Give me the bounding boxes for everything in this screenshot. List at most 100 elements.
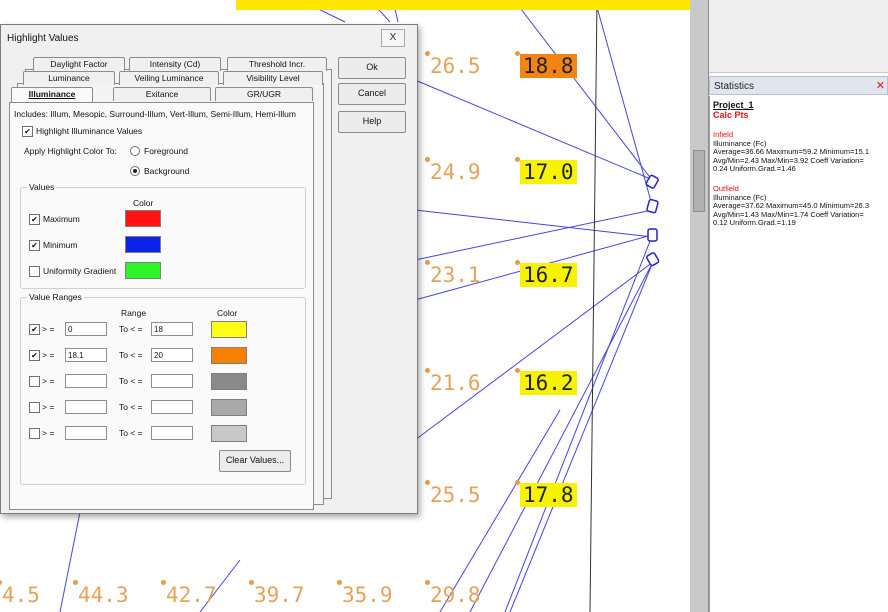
range-from-label: > =: [42, 324, 55, 334]
toolbar-area: [709, 0, 888, 73]
range-from-input[interactable]: [65, 400, 107, 414]
range-to-label: To < =: [119, 324, 143, 334]
range-to-input[interactable]: [151, 374, 193, 388]
calc-value-highlighted[interactable]: 16.2: [515, 368, 577, 395]
range-from-label: > =: [42, 350, 55, 360]
tab-veiling-luminance[interactable]: Veiling Luminance: [119, 71, 219, 85]
values-group-title: Values: [27, 182, 57, 192]
close-icon[interactable]: ✕: [876, 77, 885, 96]
calc-value[interactable]: 35.9: [337, 580, 393, 607]
selection-bar: [236, 0, 692, 10]
background-radio-label: Background: [144, 166, 190, 176]
range-enable-checkbox[interactable]: ✔: [29, 324, 40, 335]
range-to-label: To < =: [119, 350, 143, 360]
range-color-swatch[interactable]: [211, 425, 247, 442]
dialog-title: Highlight Values: [7, 33, 79, 44]
range-to-input[interactable]: [151, 426, 193, 440]
range-color-swatch[interactable]: [211, 373, 247, 390]
ok-button[interactable]: Ok: [338, 57, 406, 79]
range-header: Range: [121, 308, 147, 318]
illuminance-tab-page: Includes: Illum, Mesopic, Surround-Illum…: [9, 102, 314, 510]
range-to-label: To < =: [119, 402, 143, 412]
highlighted-value: 16.7: [520, 263, 577, 287]
uniformity-gradient-color-swatch[interactable]: [125, 262, 161, 279]
range-to-label: To < =: [119, 428, 143, 438]
calc-value[interactable]: 24.9: [425, 157, 481, 184]
minimum-checkbox[interactable]: ✔: [29, 240, 40, 251]
range-from-label: > =: [42, 428, 55, 438]
calc-value[interactable]: 21.6: [425, 368, 481, 395]
highlight-illuminance-checkbox[interactable]: ✔: [22, 126, 33, 137]
calc-value[interactable]: 4.5: [0, 580, 40, 607]
range-to-input[interactable]: 20: [151, 348, 193, 362]
range-color-swatch[interactable]: [211, 347, 247, 364]
tab-luminance[interactable]: Luminance: [23, 71, 115, 85]
scrollbar-thumb[interactable]: [693, 150, 705, 212]
tab-gr-ugr[interactable]: GR/UGR: [215, 87, 313, 101]
calc-value[interactable]: 29.8: [425, 580, 481, 607]
range-from-input[interactable]: [65, 374, 107, 388]
calc-value-highlighted[interactable]: 16.7: [515, 260, 577, 287]
tab-visibility-level[interactable]: Visibility Level: [223, 71, 323, 85]
tab-threshold-incr[interactable]: Threshold Incr.: [227, 57, 327, 71]
calc-pts-label: Calc Pts: [713, 110, 749, 120]
help-button[interactable]: Help: [338, 111, 406, 133]
maximum-color-swatch[interactable]: [125, 210, 161, 227]
tab-exitance[interactable]: Exitance: [113, 87, 211, 101]
tab-daylight-factor[interactable]: Daylight Factor: [33, 57, 125, 71]
calc-value[interactable]: 42.7: [161, 580, 217, 607]
calc-value-highlighted[interactable]: 17.0: [515, 157, 577, 184]
statistics-title-label: Statistics: [714, 81, 755, 92]
highlighted-value: 18.8: [520, 54, 577, 78]
calc-value[interactable]: 44.3: [73, 580, 129, 607]
calc-value[interactable]: 26.5: [425, 51, 481, 78]
calc-value[interactable]: 23.1: [425, 260, 481, 287]
range-enable-checkbox[interactable]: [29, 402, 40, 413]
includes-label: Includes: Illum, Mesopic, Surround-Illum…: [14, 109, 296, 119]
range-color-swatch[interactable]: [211, 321, 247, 338]
highlight-checkbox-label: Highlight Illuminance Values: [36, 126, 143, 136]
range-enable-checkbox[interactable]: [29, 376, 40, 387]
range-from-input[interactable]: 0: [65, 322, 107, 336]
uniformity-gradient-label: Uniformity Gradient: [43, 266, 117, 276]
range-to-input[interactable]: [151, 400, 193, 414]
minimum-label: Minimum: [43, 240, 78, 250]
range-color-swatch[interactable]: [211, 399, 247, 416]
highlighted-value: 17.8: [520, 483, 577, 507]
calc-value-highlighted[interactable]: 17.8: [515, 480, 577, 507]
highlight-values-dialog: Highlight Values X Ok Cancel Help Daylig…: [0, 24, 418, 514]
calc-value[interactable]: 39.7: [249, 580, 305, 607]
range-to-input[interactable]: 18: [151, 322, 193, 336]
minimum-color-swatch[interactable]: [125, 236, 161, 253]
clear-values-button[interactable]: Clear Values...: [219, 450, 291, 472]
uniformity-gradient-checkbox[interactable]: [29, 266, 40, 277]
color-header: Color: [133, 198, 154, 208]
range-from-input[interactable]: [65, 426, 107, 440]
statistics-panel: Project_1 Calc Pts Infield Illuminance (…: [709, 96, 888, 612]
stat-line: 0.24 Uniform.Grad.=1.46: [713, 164, 796, 174]
range-enable-checkbox[interactable]: ✔: [29, 350, 40, 361]
vertical-scrollbar[interactable]: [690, 0, 709, 612]
dialog-close-button[interactable]: X: [381, 29, 405, 47]
maximum-label: Maximum: [43, 214, 80, 224]
range-color-header: Color: [217, 308, 238, 318]
stat-line: 0.12 Uniform.Grad.=1.19: [713, 218, 796, 228]
foreground-radio-label: Foreground: [144, 146, 188, 156]
range-to-label: To < =: [119, 376, 143, 386]
cancel-button[interactable]: Cancel: [338, 83, 406, 105]
project-name[interactable]: Project_1: [713, 100, 888, 110]
value-ranges-group-title: Value Ranges: [27, 292, 84, 302]
maximum-checkbox[interactable]: ✔: [29, 214, 40, 225]
statistics-title: Statistics ✕: [709, 76, 888, 95]
values-group: Values Color ✔ Maximum ✔ Minimum Uniform…: [20, 182, 306, 289]
foreground-radio[interactable]: [130, 146, 140, 156]
background-radio[interactable]: [130, 166, 140, 176]
calc-value[interactable]: 25.5: [425, 480, 481, 507]
range-enable-checkbox[interactable]: [29, 428, 40, 439]
highlighted-value: 17.0: [520, 160, 577, 184]
calc-value-highlighted[interactable]: 18.8: [515, 51, 577, 78]
tab-intensity[interactable]: Intensity (Cd): [129, 57, 221, 71]
range-from-input[interactable]: 18.1: [65, 348, 107, 362]
value-ranges-group: Value Ranges Range Color ✔ > = 0 To < = 18 ✔ >…: [20, 292, 306, 485]
tab-illuminance[interactable]: Illuminance: [11, 87, 93, 103]
